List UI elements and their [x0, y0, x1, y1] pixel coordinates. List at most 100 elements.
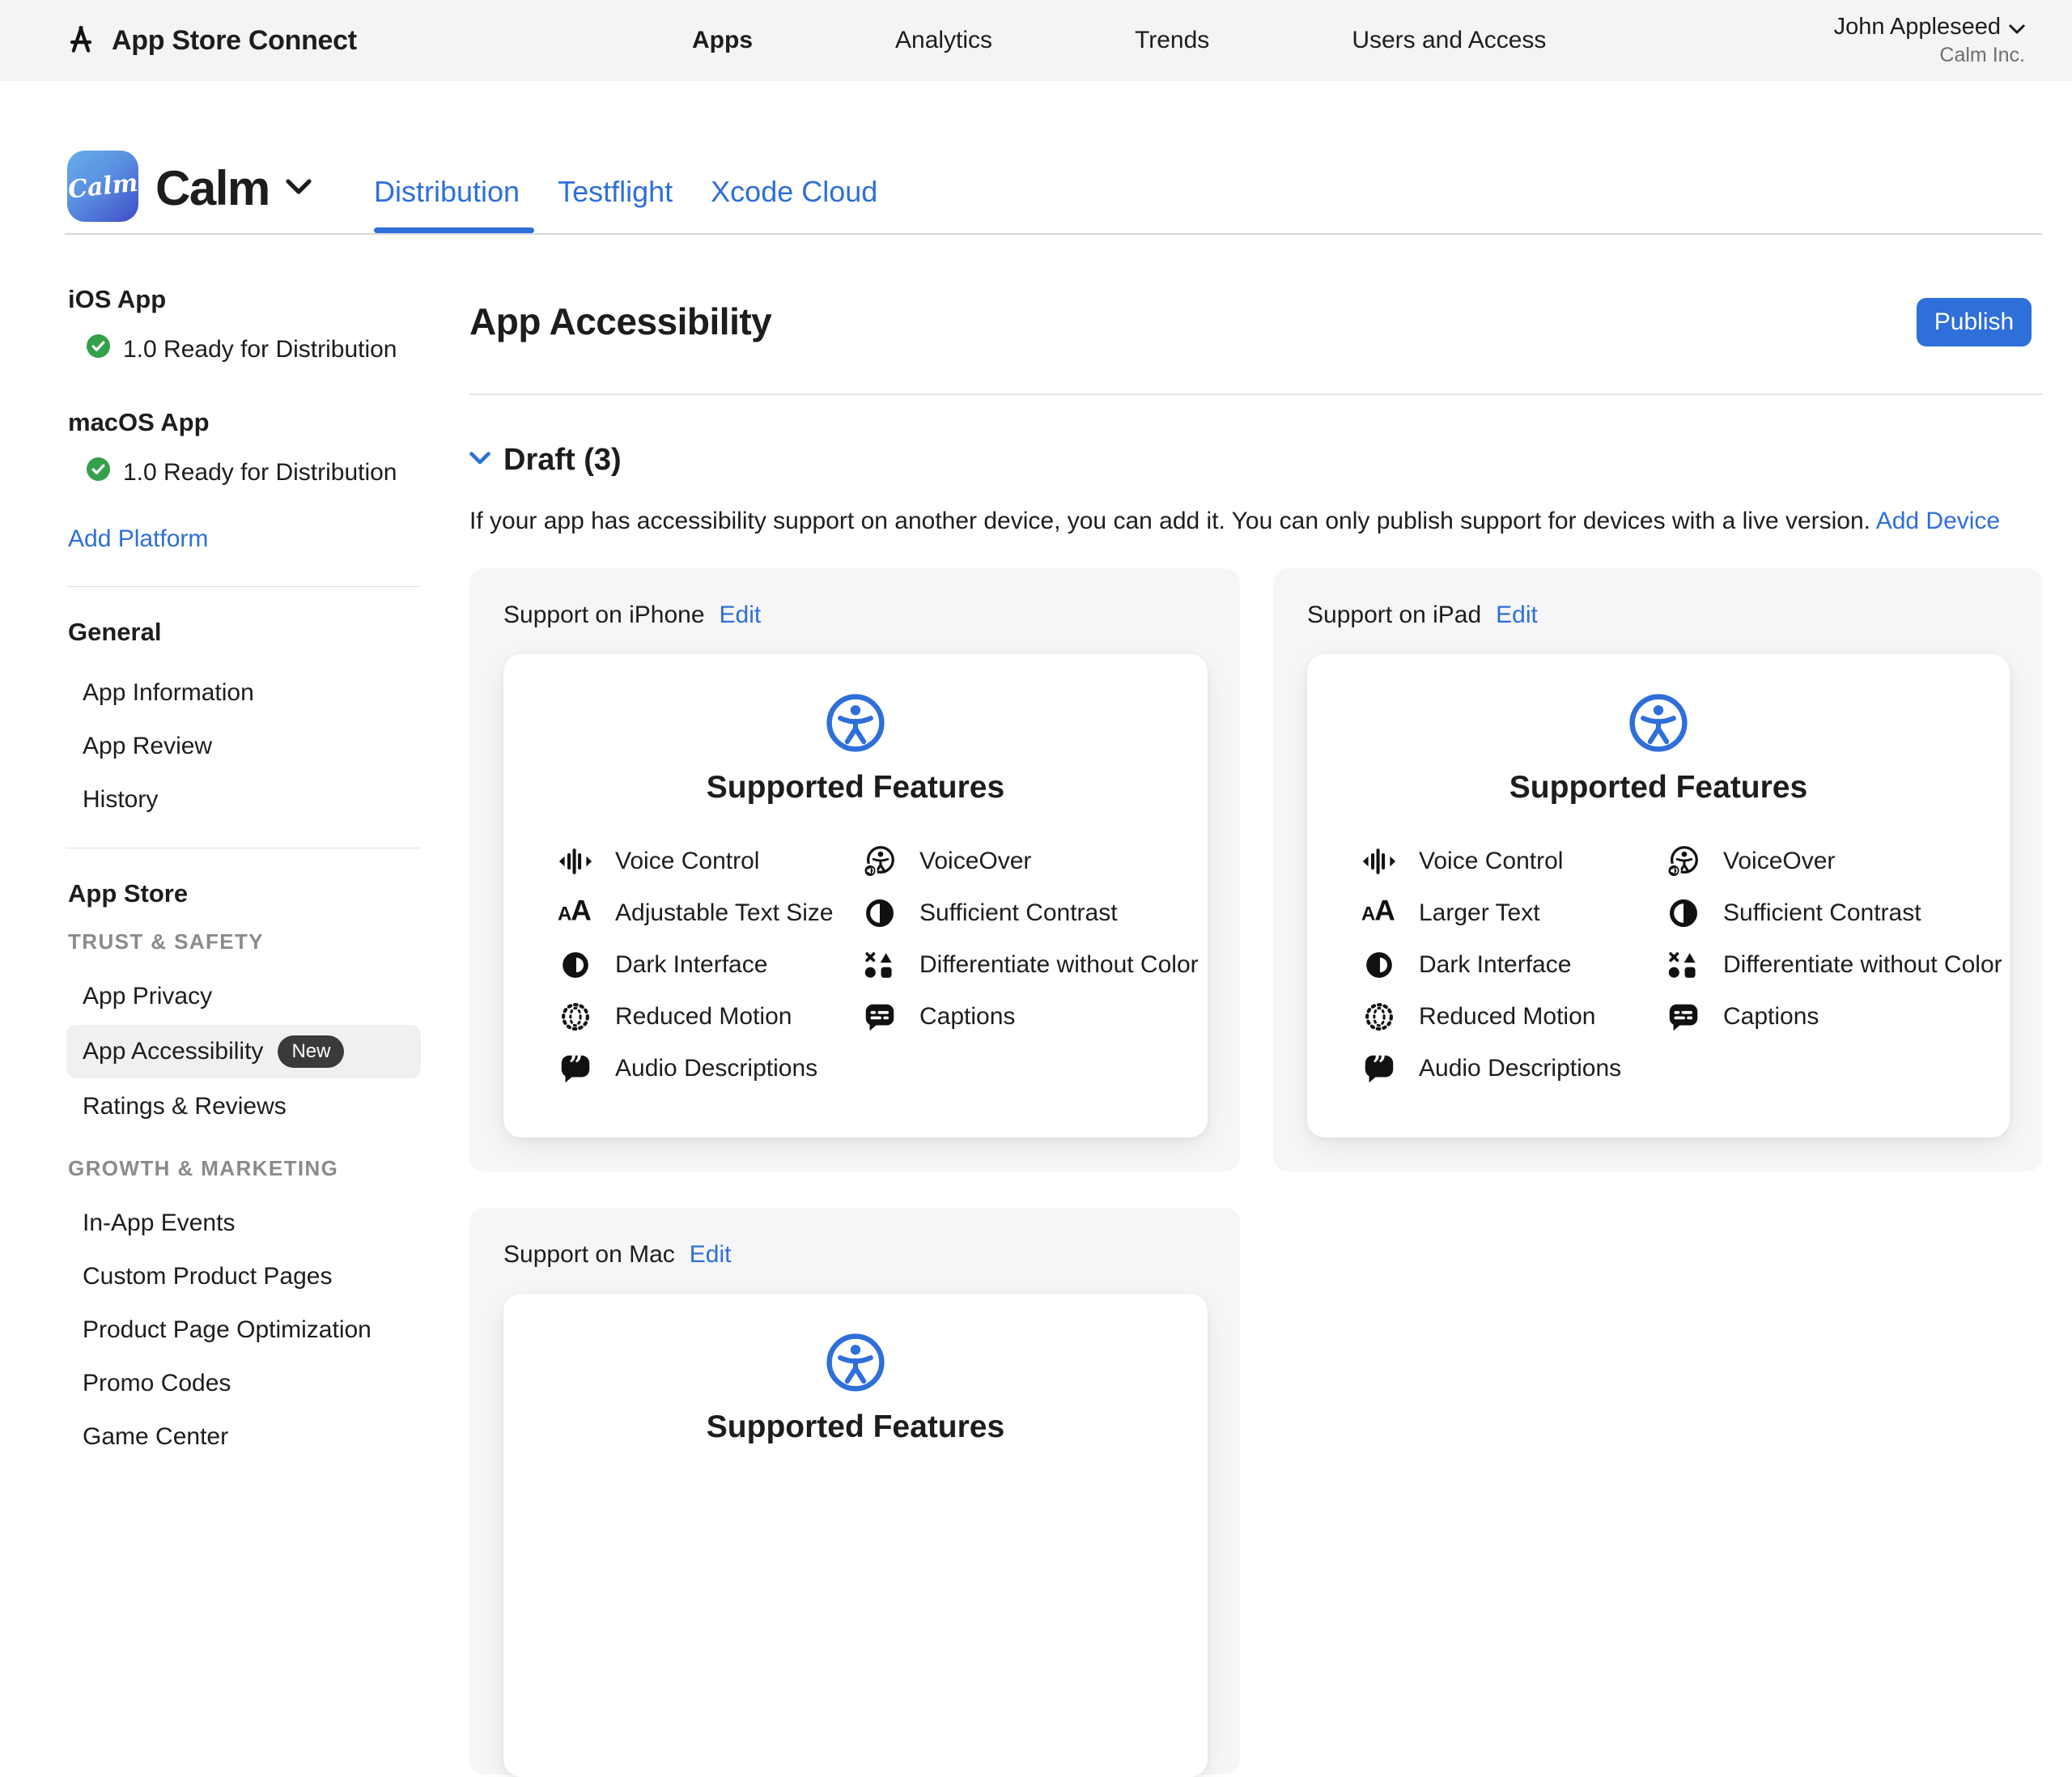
feature-item: Reduced Motion [557, 991, 861, 1043]
svg-text:A: A [571, 895, 592, 927]
sidebar-item-label: App Review [83, 732, 212, 761]
nav-apps[interactable]: Apps [692, 27, 753, 54]
sidebar-item-app-review[interactable]: App Review [66, 721, 421, 772]
sufficient-contrast-icon [861, 895, 898, 932]
captions-icon [861, 998, 898, 1035]
macos-version-status[interactable]: 1.0 Ready for Distribution [86, 457, 421, 489]
supported-features-title: Supported Features [1509, 769, 1807, 806]
sidebar-item-custom-product-pages[interactable]: Custom Product Pages [66, 1252, 421, 1302]
feature-item: ” Audio Descriptions [1361, 1043, 1665, 1095]
feature-label: Reduced Motion [615, 1003, 792, 1031]
draft-section-title: Draft (3) [503, 442, 622, 478]
features-column-left: Voice ControlAAAdjustable Text SizeDark … [557, 835, 861, 1095]
sidebar-item-app-accessibility[interactable]: App AccessibilityNew [66, 1025, 421, 1078]
app-store-connect-brand[interactable]: App Store Connect [63, 0, 357, 81]
feature-label: Differentiate without Color [919, 951, 1199, 979]
feature-label: VoiceOver [1723, 848, 1835, 875]
feature-label: Audio Descriptions [615, 1055, 817, 1082]
supported-features-panel: Supported Features Voice ControlAALarger… [1307, 654, 2010, 1137]
sidebar-item-game-center[interactable]: Game Center [66, 1412, 421, 1462]
sidebar-item-ratings-reviews[interactable]: Ratings & Reviews [66, 1082, 421, 1132]
nav-users-and-access[interactable]: Users and Access [1352, 27, 1546, 54]
support-card-iphone: Support on iPhone Edit Supported Feature… [469, 568, 1240, 1171]
main-content: App Accessibility Publish Draft (3) If y… [469, 283, 2042, 1454]
support-card-ipad: Support on iPad Edit Supported Features … [1273, 568, 2042, 1171]
app-name: Calm [155, 157, 270, 220]
sidebar-item-app-information[interactable]: App Information [66, 668, 421, 718]
differentiate-without-color-icon [1665, 946, 1702, 984]
feature-item: Captions [861, 991, 1208, 1043]
feature-label: Larger Text [1419, 899, 1540, 927]
features-column-right: VoiceOver Sufficient Contrast Differentiat… [861, 835, 1208, 1095]
feature-item: Dark Interface [557, 939, 861, 991]
edit-link[interactable]: Edit [720, 601, 762, 630]
accessibility-icon [1628, 693, 1688, 753]
dark-interface-icon [1361, 946, 1398, 984]
sidebar-item-history[interactable]: History [66, 775, 421, 825]
app-switcher[interactable]: Calm [155, 157, 312, 220]
tab-xcode-cloud[interactable]: Xcode Cloud [711, 175, 877, 209]
feature-label: Voice Control [615, 848, 759, 875]
top-navigation-bar: App Store Connect Apps Analytics Trends Use… [0, 0, 2072, 81]
app-store-connect-logo-icon [63, 21, 99, 61]
sidebar-item-label: Game Center [83, 1422, 228, 1452]
draft-description: If your app has accessibility support on… [469, 507, 2000, 536]
active-tab-underline [374, 227, 534, 233]
nav-trends[interactable]: Trends [1135, 27, 1209, 54]
feature-label: VoiceOver [919, 848, 1031, 875]
sidebar-item-promo-codes[interactable]: Promo Codes [66, 1358, 421, 1409]
sidebar-item-label: Custom Product Pages [83, 1262, 332, 1291]
audio-descriptions-icon: ” [1361, 1050, 1398, 1087]
feature-label: Sufficient Contrast [1723, 899, 1921, 927]
supported-features-title: Supported Features [707, 1409, 1004, 1446]
sidebar-item-in-app-events[interactable]: In-App Events [66, 1198, 421, 1248]
sidebar-divider [66, 586, 421, 587]
svg-text:”: ” [569, 1051, 584, 1080]
edit-link[interactable]: Edit [690, 1240, 732, 1269]
feature-item: Reduced Motion [1361, 991, 1665, 1043]
edit-link[interactable]: Edit [1496, 601, 1538, 630]
chevron-down-icon [286, 179, 312, 199]
sidebar-item-label: In-App Events [83, 1209, 235, 1238]
green-check-icon [86, 334, 111, 366]
sidebar-item-product-page-optimization[interactable]: Product Page Optimization [66, 1305, 421, 1355]
feature-item: Differentiate without Color [861, 939, 1208, 991]
green-check-icon [86, 457, 111, 489]
add-device-link[interactable]: Add Device [1876, 508, 2000, 534]
sidebar-item-label: Product Page Optimization [83, 1316, 372, 1345]
feature-label: Audio Descriptions [1419, 1055, 1621, 1082]
sidebar-group-trust-safety: TRUST & SAFETY [68, 929, 421, 954]
tab-distribution[interactable]: Distribution [374, 175, 520, 209]
draft-section-toggle[interactable]: Draft (3) [469, 442, 622, 478]
sidebar-heading-app-store: App Store [68, 879, 421, 908]
sidebar-item-app-privacy[interactable]: App Privacy [66, 971, 421, 1022]
user-menu[interactable]: John Appleseed Calm Inc. [1834, 0, 2025, 81]
tab-testflight[interactable]: Testflight [558, 175, 673, 209]
feature-item: VoiceOver [861, 835, 1208, 887]
differentiate-without-color-icon [861, 946, 898, 984]
feature-item: Sufficient Contrast [1665, 887, 2010, 939]
ios-version-status[interactable]: 1.0 Ready for Distribution [86, 334, 421, 366]
voiceover-icon [1665, 843, 1702, 880]
publish-button[interactable]: Publish [1917, 298, 2032, 346]
supported-features-title: Supported Features [707, 769, 1004, 806]
nav-analytics[interactable]: Analytics [895, 27, 992, 54]
sidebar-item-label: App Information [83, 678, 254, 708]
sidebar-item-label: App Accessibility [83, 1037, 263, 1066]
user-organization: Calm Inc. [1939, 44, 2025, 67]
version-status-label: 1.0 Ready for Distribution [123, 458, 397, 487]
voice-control-icon [1361, 843, 1398, 880]
reduced-motion-icon [1361, 998, 1398, 1035]
add-platform-link[interactable]: Add Platform [68, 525, 208, 554]
accessibility-icon [826, 693, 885, 753]
feature-item: Dark Interface [1361, 939, 1665, 991]
larger-text-icon: AA [1361, 895, 1398, 932]
feature-item: Sufficient Contrast [861, 887, 1208, 939]
feature-label: Dark Interface [1419, 951, 1571, 979]
card-title: Support on iPad [1307, 601, 1481, 630]
supported-features-panel: Supported Features Voice ControlAAAdjust… [503, 654, 1208, 1137]
svg-text:”: ” [1373, 1051, 1387, 1080]
adjustable-text-size-icon: AA [557, 895, 594, 932]
audio-descriptions-icon: ” [557, 1050, 594, 1087]
feature-label: Captions [919, 1003, 1015, 1031]
